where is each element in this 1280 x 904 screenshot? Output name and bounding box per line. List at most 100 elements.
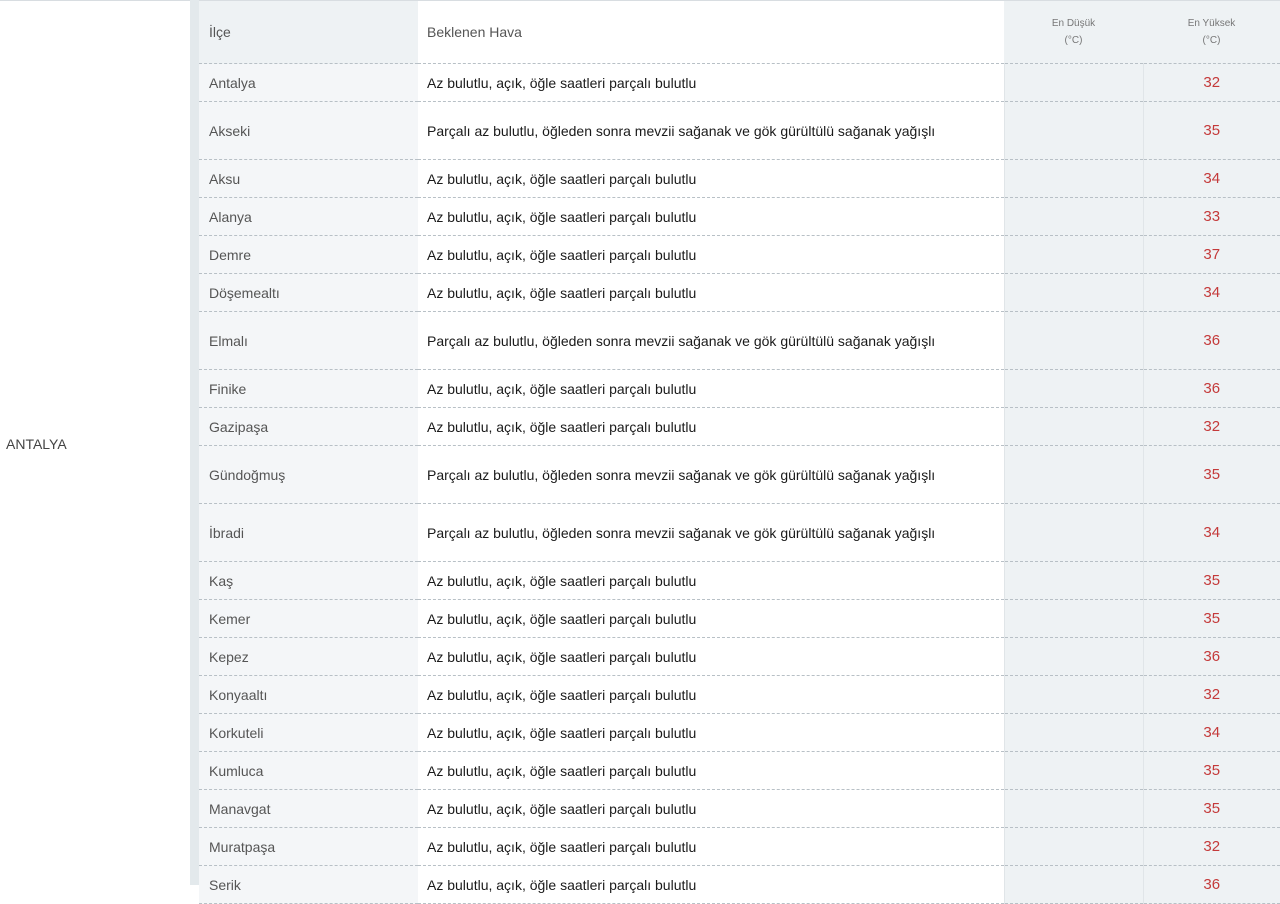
header-max-unit: (°C) — [1202, 35, 1221, 46]
forecast-cell: Az bulutlu, açık, öğle saatleri parçalı … — [418, 789, 1004, 828]
header-forecast: Beklenen Hava — [418, 0, 1004, 64]
district-cell: Korkuteli — [199, 713, 418, 752]
table-row: Demre Az bulutlu, açık, öğle saatleri par… — [199, 235, 1280, 274]
district-cell: Elmalı — [199, 311, 418, 370]
min-temp-cell — [1003, 789, 1143, 828]
table-row: Kemer Az bulutlu, açık, öğle saatleri par… — [199, 599, 1280, 638]
header-min-temp: En Düşük (°C) — [1004, 0, 1143, 64]
province-cell: ANTALYA — [0, 0, 190, 886]
forecast-cell: Az bulutlu, açık, öğle saatleri parçalı … — [418, 637, 1004, 676]
max-temp-cell: 35 — [1142, 101, 1280, 160]
table-row: Antalya Az bulutlu, açık, öğle saatleri p… — [199, 63, 1280, 102]
min-temp-cell — [1003, 599, 1143, 638]
min-temp-cell — [1003, 63, 1143, 102]
district-cell: Kumluca — [199, 751, 418, 790]
max-temp-cell: 34 — [1142, 503, 1280, 562]
max-temp-cell: 36 — [1142, 637, 1280, 676]
table-row: Korkuteli Az bulutlu, açık, öğle saatleri… — [199, 713, 1280, 752]
district-cell: Gündoğmuş — [199, 445, 418, 504]
min-temp-cell — [1003, 407, 1143, 446]
max-temp-cell: 32 — [1142, 827, 1280, 866]
max-temp-cell: 35 — [1142, 751, 1280, 790]
district-cell: Muratpaşa — [199, 827, 418, 866]
max-temp-cell: 36 — [1142, 311, 1280, 370]
table-row: Kaş Az bulutlu, açık, öğle saatleri parça… — [199, 561, 1280, 600]
district-cell: Kaş — [199, 561, 418, 600]
max-temp-cell: 33 — [1142, 197, 1280, 236]
forecast-cell: Az bulutlu, açık, öğle saatleri parçalı … — [418, 197, 1004, 236]
max-temp-cell: 34 — [1142, 713, 1280, 752]
max-temp-cell: 32 — [1142, 675, 1280, 714]
max-temp-cell: 36 — [1142, 369, 1280, 408]
min-temp-cell — [1003, 675, 1143, 714]
forecast-cell: Az bulutlu, açık, öğle saatleri parçalı … — [418, 751, 1004, 790]
min-temp-cell — [1003, 369, 1143, 408]
table-row: Gündoğmuş Parçalı az bulutlu, öğleden son… — [199, 445, 1280, 504]
table-row: Manavgat Az bulutlu, açık, öğle saatleri … — [199, 789, 1280, 828]
max-temp-cell: 35 — [1142, 561, 1280, 600]
forecast-cell: Az bulutlu, açık, öğle saatleri parçalı … — [418, 159, 1004, 198]
max-temp-cell: 32 — [1142, 407, 1280, 446]
weather-forecast-page: ANTALYA İlçe Beklenen Hava En Düşük (°C)… — [0, 0, 1280, 904]
district-cell: Alanya — [199, 197, 418, 236]
forecast-cell: Az bulutlu, açık, öğle saatleri parçalı … — [418, 561, 1004, 600]
table-row: Kepez Az bulutlu, açık, öğle saatleri par… — [199, 637, 1280, 676]
min-temp-cell — [1003, 445, 1143, 504]
min-temp-cell — [1003, 235, 1143, 274]
district-cell: Kepez — [199, 637, 418, 676]
max-temp-cell: 37 — [1142, 235, 1280, 274]
district-cell: Finike — [199, 369, 418, 408]
min-temp-cell — [1003, 637, 1143, 676]
district-cell: Akseki — [199, 101, 418, 160]
table-header-row: İlçe Beklenen Hava En Düşük (°C) En Yüks… — [199, 0, 1280, 64]
forecast-cell: Az bulutlu, açık, öğle saatleri parçalı … — [418, 273, 1004, 312]
max-temp-cell: 34 — [1142, 159, 1280, 198]
min-temp-cell — [1003, 101, 1143, 160]
province-name: ANTALYA — [6, 435, 67, 452]
min-temp-cell — [1003, 561, 1143, 600]
table-row: Aksu Az bulutlu, açık, öğle saatleri parç… — [199, 159, 1280, 198]
max-temp-cell: 35 — [1142, 445, 1280, 504]
forecast-cell: Az bulutlu, açık, öğle saatleri parçalı … — [418, 235, 1004, 274]
max-temp-cell: 32 — [1142, 63, 1280, 102]
forecast-cell: Az bulutlu, açık, öğle saatleri parçalı … — [418, 369, 1004, 408]
min-temp-cell — [1003, 159, 1143, 198]
table-row: Konyaaltı Az bulutlu, açık, öğle saatleri… — [199, 675, 1280, 714]
header-min-unit: (°C) — [1064, 35, 1083, 46]
district-cell: Demre — [199, 235, 418, 274]
header-max-label: En Yüksek — [1187, 18, 1236, 29]
min-temp-cell — [1003, 311, 1143, 370]
table-row: Muratpaşa Az bulutlu, açık, öğle saatleri… — [199, 827, 1280, 866]
max-temp-cell: 34 — [1142, 273, 1280, 312]
forecast-cell: Parçalı az bulutlu, öğleden sonra mevzii… — [418, 101, 1004, 160]
min-temp-cell — [1003, 713, 1143, 752]
min-temp-cell — [1003, 503, 1143, 562]
header-district: İlçe — [199, 0, 418, 64]
table-row: Gazipaşa Az bulutlu, açık, öğle saatleri … — [199, 407, 1280, 446]
table-row: Finike Az bulutlu, açık, öğle saatleri pa… — [199, 369, 1280, 408]
forecast-cell: Az bulutlu, açık, öğle saatleri parçalı … — [418, 63, 1004, 102]
district-cell: Manavgat — [199, 789, 418, 828]
forecast-cell: Az bulutlu, açık, öğle saatleri parçalı … — [418, 827, 1004, 866]
forecast-cell: Az bulutlu, açık, öğle saatleri parçalı … — [418, 675, 1004, 714]
max-temp-cell: 35 — [1142, 599, 1280, 638]
header-min-label: En Düşük — [1051, 18, 1096, 29]
min-temp-cell — [1003, 751, 1143, 790]
district-cell: Döşemealtı — [199, 273, 418, 312]
forecast-cell: Az bulutlu, açık, öğle saatleri parçalı … — [418, 407, 1004, 446]
district-cell: Konyaaltı — [199, 675, 418, 714]
max-temp-cell: 35 — [1142, 789, 1280, 828]
min-temp-cell — [1003, 827, 1143, 866]
table-row: Alanya Az bulutlu, açık, öğle saatleri pa… — [199, 197, 1280, 236]
table-row: Elmalı Parçalı az bulutlu, öğleden sonra … — [199, 311, 1280, 370]
district-cell: Aksu — [199, 159, 418, 198]
table-row: Kumluca Az bulutlu, açık, öğle saatleri p… — [199, 751, 1280, 790]
forecast-cell: Parçalı az bulutlu, öğleden sonra mevzii… — [418, 503, 1004, 562]
table-row: Akseki Parçalı az bulutlu, öğleden sonra … — [199, 101, 1280, 160]
column-divider — [190, 0, 199, 885]
forecast-cell: Parçalı az bulutlu, öğleden sonra mevzii… — [418, 445, 1004, 504]
forecast-cell: Parçalı az bulutlu, öğleden sonra mevzii… — [418, 311, 1004, 370]
table-row: Döşemealtı Az bulutlu, açık, öğle saatler… — [199, 273, 1280, 312]
district-forecast-table: İlçe Beklenen Hava En Düşük (°C) En Yüks… — [199, 0, 1280, 904]
min-temp-cell — [1003, 197, 1143, 236]
